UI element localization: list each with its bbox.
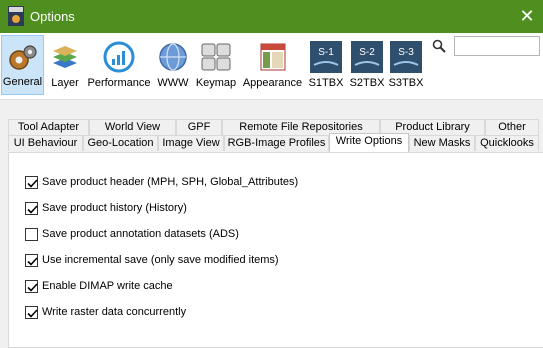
tab-tool-adapter[interactable]: Tool Adapter (8, 119, 89, 135)
tab-rgb-image-profiles[interactable]: RGB-Image Profiles (224, 135, 329, 151)
tab-quicklooks[interactable]: Quicklooks (475, 135, 539, 151)
layers-icon (49, 41, 81, 73)
tab-ui-behaviour[interactable]: UI Behaviour (8, 135, 83, 151)
close-icon[interactable]: ✕ (517, 6, 537, 26)
search-input[interactable] (454, 36, 540, 56)
gears-icon (7, 42, 39, 74)
tool-label: S2TBX (349, 77, 385, 89)
snap-app-icon (8, 6, 24, 26)
search-icon (432, 39, 446, 53)
tool-keymap[interactable]: Keymap (193, 35, 239, 95)
option-label: Save product history (History) (42, 202, 187, 214)
s3-icon: S-3 (390, 41, 422, 73)
tool-label: Appearance (242, 77, 303, 89)
toolbar-divider (0, 99, 543, 100)
tool-s3tbx[interactable]: S-3 S3TBX (386, 35, 426, 95)
tab-image-view[interactable]: Image View (158, 135, 224, 151)
option-label: Write raster data concurrently (42, 306, 187, 318)
tab-world-view[interactable]: World View (89, 119, 176, 135)
s2-icon: S-2 (351, 41, 383, 73)
tool-label: General (2, 76, 43, 88)
tool-label: Performance (87, 77, 151, 89)
tab-other[interactable]: Other (485, 119, 539, 135)
option-label: Enable DIMAP write cache (42, 280, 173, 292)
tool-general[interactable]: General (1, 35, 44, 95)
tool-s2tbx[interactable]: S-2 S2TBX (347, 35, 387, 95)
checkbox[interactable] (25, 228, 38, 241)
tool-label: S1TBX (308, 77, 344, 89)
performance-gauge-icon (103, 41, 135, 73)
keyboard-icon (200, 41, 232, 73)
tool-label: S3TBX (388, 77, 424, 89)
tab-new-masks[interactable]: New Masks (409, 135, 475, 151)
s3-badge: S-3 (398, 47, 414, 58)
tool-performance[interactable]: Performance (86, 35, 152, 95)
globe-icon (157, 41, 189, 73)
s2-badge: S-2 (359, 47, 375, 58)
tool-appearance[interactable]: Appearance (241, 35, 304, 95)
checkbox[interactable] (25, 280, 38, 293)
option-label: Save product header (MPH, SPH, Global_At… (42, 176, 299, 188)
tool-s1tbx[interactable]: S-1 S1TBX (306, 35, 346, 95)
tool-label: Keymap (195, 77, 237, 89)
checkbox[interactable] (25, 254, 38, 267)
write-options-panel: Save product header (MPH, SPH, Global_At… (8, 152, 543, 348)
checkbox[interactable] (25, 176, 38, 189)
window-title: Options (30, 9, 75, 24)
tab-geo-location[interactable]: Geo-Location (83, 135, 158, 151)
tool-label: WWW (157, 77, 189, 89)
tab-write-options[interactable]: Write Options (329, 133, 409, 152)
checkbox[interactable] (25, 202, 38, 215)
checkbox[interactable] (25, 306, 38, 319)
tab-row-1: Tool Adapter World View GPF Remote File … (0, 119, 543, 135)
tab-row-2: UI Behaviour Geo-Location Image View RGB… (0, 133, 543, 152)
title-bar: Options ✕ (0, 0, 543, 33)
tool-label: Layer (51, 77, 79, 89)
s1-icon: S-1 (310, 41, 342, 73)
appearance-icon (257, 41, 289, 73)
option-label: Save product annotation datasets (ADS) (42, 228, 239, 240)
tool-layer[interactable]: Layer (47, 35, 83, 95)
s1-badge: S-1 (318, 47, 334, 58)
tab-gpf[interactable]: GPF (176, 119, 222, 135)
option-label: Use incremental save (only save modified… (42, 254, 279, 266)
tool-www[interactable]: WWW (155, 35, 191, 95)
